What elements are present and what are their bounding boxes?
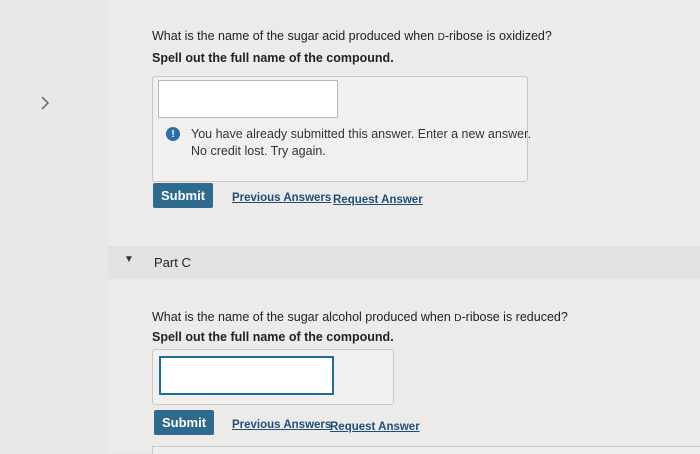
part-c-header[interactable] <box>108 246 700 279</box>
feedback-line-2: No credit lost. Try again. <box>191 144 326 158</box>
previous-answers-link[interactable]: Previous Answers <box>232 192 331 204</box>
question-text-c: What is the name of the sugar alcohol pr… <box>152 310 568 324</box>
submit-button[interactable]: Submit <box>153 183 213 208</box>
instruction-text: Spell out the full name of the compound. <box>152 51 394 65</box>
exclamation-icon: ! <box>166 127 180 141</box>
caret-down-icon[interactable]: ▼ <box>124 254 134 265</box>
feedback-line-1: You have already submitted this answer. … <box>191 127 532 141</box>
request-answer-link-c[interactable]: Request Answer <box>330 421 420 433</box>
submit-button-c[interactable]: Submit <box>154 410 214 435</box>
answer-input-c[interactable] <box>159 356 334 395</box>
answer-input[interactable] <box>158 80 338 118</box>
request-answer-link[interactable]: Request Answer <box>333 194 423 206</box>
chevron-right-icon[interactable] <box>36 94 54 112</box>
instruction-text-c: Spell out the full name of the compound. <box>152 330 394 344</box>
question-text: What is the name of the sugar acid produ… <box>152 29 552 43</box>
previous-answers-link-c[interactable]: Previous Answers <box>232 419 331 431</box>
feedback-message: You have already submitted this answer. … <box>191 126 531 160</box>
part-c-label[interactable]: Part C <box>154 255 191 270</box>
